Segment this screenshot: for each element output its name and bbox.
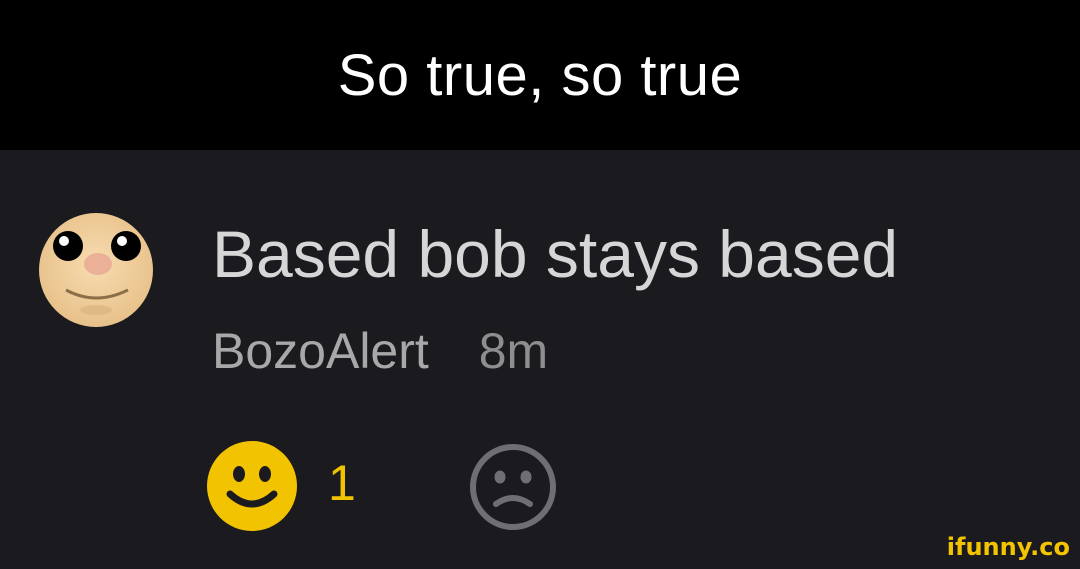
timestamp: 8m (478, 323, 549, 379)
user-avatar-icon[interactable] (38, 212, 154, 328)
frowny-face-icon[interactable] (468, 442, 558, 532)
comment-card: Based bob stays based BozoAlert 8m 1 ifu… (0, 150, 1080, 569)
smiley-face-icon[interactable] (206, 440, 298, 532)
caption-bar: So true, so true (0, 0, 1080, 150)
meme-caption: So true, so true (337, 42, 743, 108)
comment-text: Based bob stays based (212, 217, 899, 291)
like-count: 1 (328, 455, 356, 511)
comment-meta: BozoAlert 8m (212, 322, 548, 380)
ifunny-watermark: ifunny.co (946, 533, 1070, 561)
username-link[interactable]: BozoAlert (212, 323, 429, 379)
